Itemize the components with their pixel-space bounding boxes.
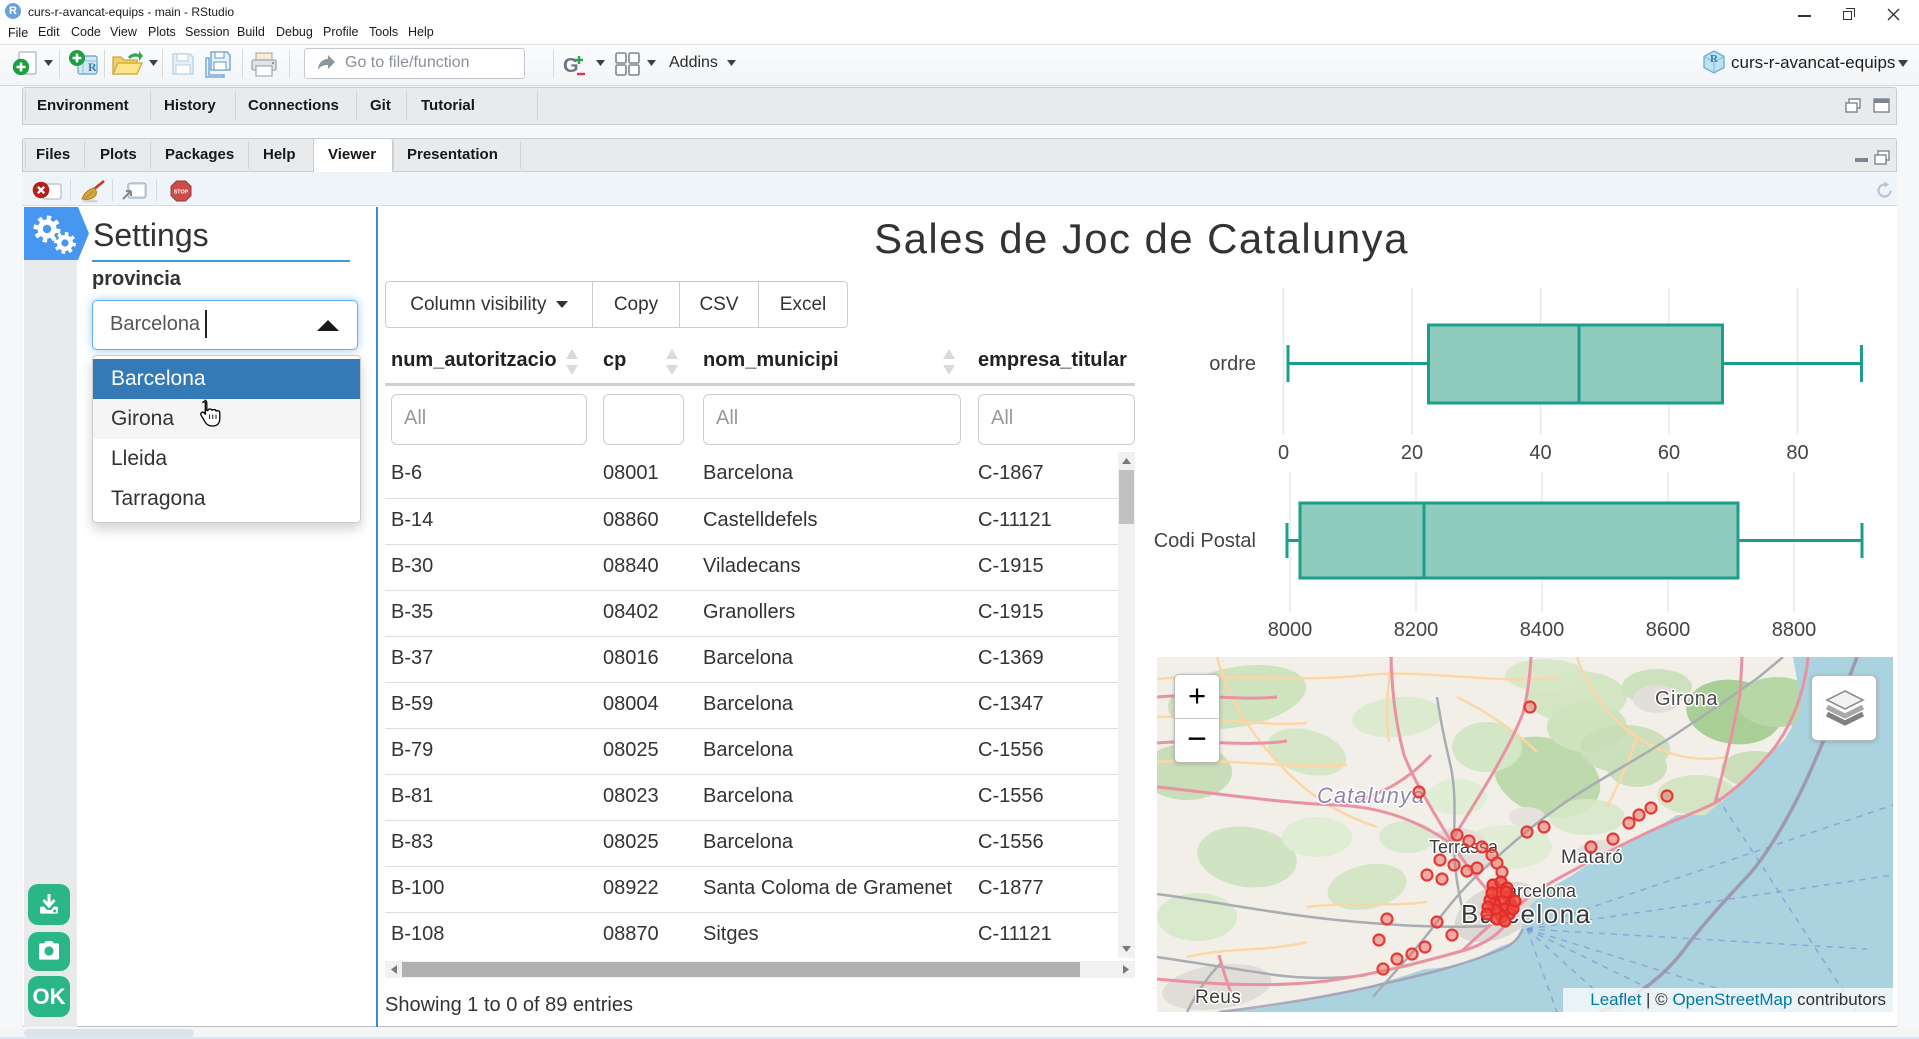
svg-text:40: 40 — [1529, 442, 1551, 464]
svg-text:G: G — [563, 55, 579, 77]
svg-text:Reus: Reus — [1195, 987, 1241, 1008]
svg-text:Catalunya: Catalunya — [1317, 783, 1425, 808]
svg-text:0: 0 — [1278, 442, 1289, 464]
svg-text:8200: 8200 — [1394, 619, 1439, 641]
svg-text:ordre: ordre — [1209, 353, 1256, 375]
svg-text:8000: 8000 — [1268, 619, 1313, 641]
svg-text:8800: 8800 — [1772, 619, 1817, 641]
svg-text:STOP: STOP — [174, 190, 189, 196]
svg-text:20: 20 — [1401, 442, 1423, 464]
svg-text:80: 80 — [1786, 442, 1808, 464]
svg-text:R: R — [88, 60, 97, 74]
svg-text:Codi Postal: Codi Postal — [1154, 530, 1256, 552]
svg-text:Girona: Girona — [1655, 688, 1718, 710]
svg-text:8400: 8400 — [1520, 619, 1565, 641]
svg-text:60: 60 — [1658, 442, 1680, 464]
svg-text:R: R — [1710, 53, 1719, 65]
svg-text:8600: 8600 — [1646, 619, 1691, 641]
